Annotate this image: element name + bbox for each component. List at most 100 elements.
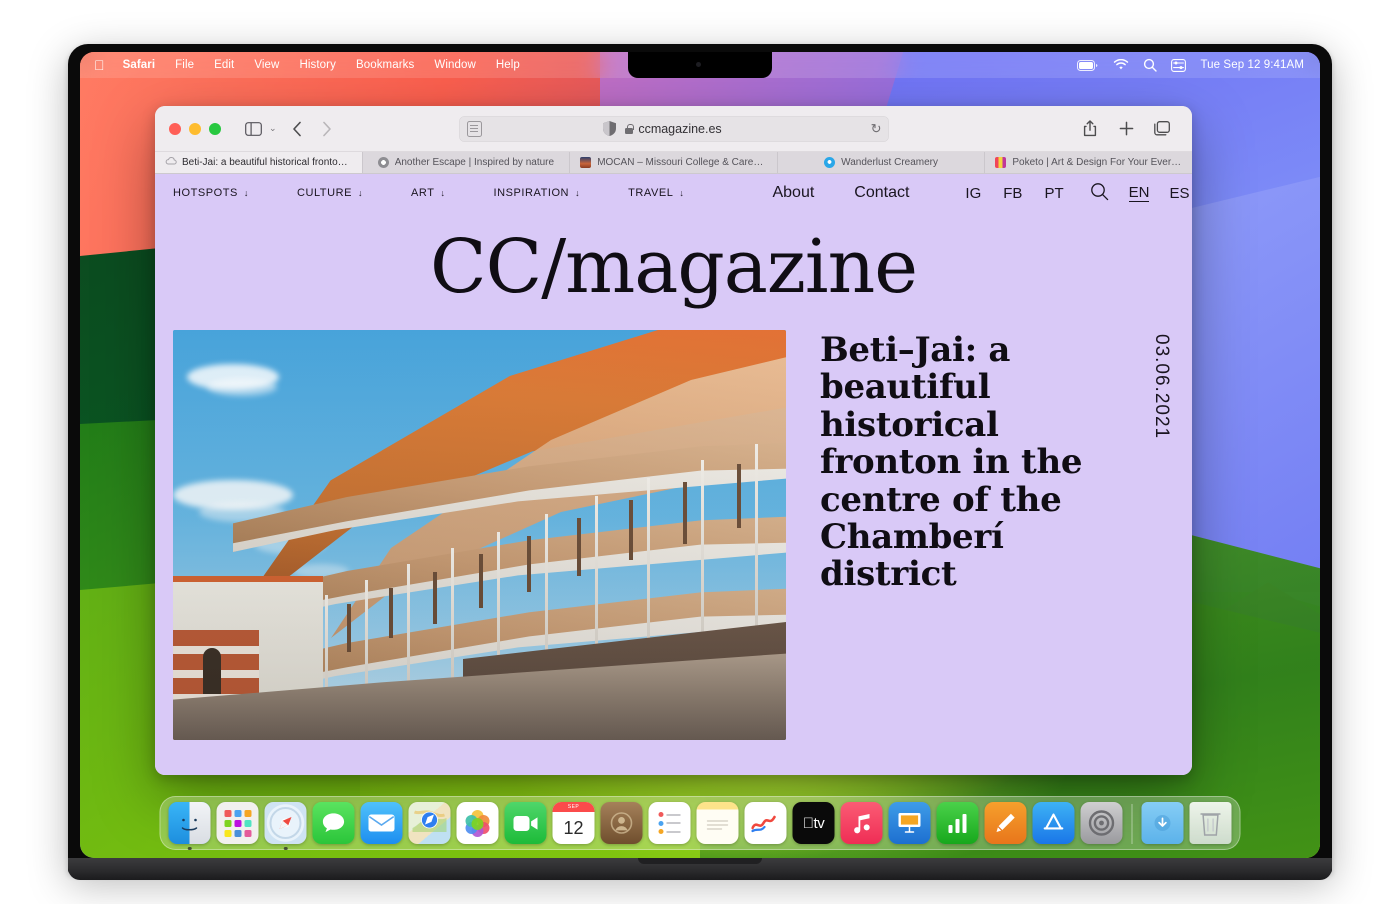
- menu-bar-clock[interactable]: Tue Sep 12 9:41AM: [1200, 59, 1304, 71]
- close-window-button[interactable]: [169, 122, 181, 135]
- dock-item-keynote[interactable]: [888, 802, 931, 844]
- share-icon[interactable]: [1076, 116, 1104, 142]
- system-settings-icon[interactable]: [1080, 802, 1123, 844]
- nav-item-culture[interactable]: CULTURE ↓: [297, 187, 363, 199]
- launchpad-icon[interactable]: [216, 802, 259, 844]
- safari-icon[interactable]: [264, 802, 307, 844]
- dock-item-trash[interactable]: [1189, 802, 1232, 844]
- keynote-icon[interactable]: [888, 802, 931, 844]
- browser-tab[interactable]: Wanderlust Creamery: [778, 152, 986, 173]
- menu-item-window[interactable]: Window: [424, 52, 486, 78]
- article-hero-image[interactable]: [173, 330, 786, 740]
- dock-item-numbers[interactable]: [936, 802, 979, 844]
- trash-icon[interactable]: [1189, 802, 1232, 844]
- browser-tab[interactable]: MOCAN – Missouri College & Career Attain…: [570, 152, 778, 173]
- nav-item-inspiration[interactable]: INSPIRATION ↓: [494, 187, 581, 199]
- browser-tab-label: Another Escape | Inspired by nature: [394, 157, 555, 168]
- stocks-icon[interactable]: [744, 802, 787, 844]
- spotlight-search-icon[interactable]: [1143, 58, 1158, 72]
- search-icon[interactable]: [1090, 182, 1109, 204]
- dock-item-finder[interactable]: [168, 802, 211, 850]
- control-center-icon[interactable]: [1171, 58, 1187, 72]
- pages-icon[interactable]: [984, 802, 1027, 844]
- site-masthead[interactable]: CC/magazine: [155, 230, 1192, 304]
- site-nav-right: About Contact IG FB PT EN ES: [732, 182, 1189, 204]
- dock-item-notes[interactable]: [696, 802, 739, 844]
- nav-item-art[interactable]: ART ↓: [411, 187, 446, 199]
- reader-view-icon[interactable]: [466, 120, 482, 137]
- dock-item-settings[interactable]: [1080, 802, 1123, 844]
- contacts-icon[interactable]: [600, 802, 643, 844]
- menu-item-safari[interactable]: Safari: [113, 52, 166, 78]
- music-icon[interactable]: [840, 802, 883, 844]
- menu-item-help[interactable]: Help: [486, 52, 530, 78]
- dock-item-appletv[interactable]: tv: [792, 802, 835, 844]
- menu-item-file[interactable]: File: [165, 52, 204, 78]
- dock-item-photos[interactable]: [456, 802, 499, 844]
- minimize-window-button[interactable]: [189, 122, 201, 135]
- dock-item-appstore[interactable]: [1032, 802, 1075, 844]
- address-bar-container: ccmagazine.es ↻: [458, 115, 889, 142]
- facetime-icon[interactable]: [504, 802, 547, 844]
- reminders-icon[interactable]: [648, 802, 691, 844]
- dock-item-stocks[interactable]: [744, 802, 787, 844]
- menu-item-history[interactable]: History: [289, 52, 345, 78]
- maps-icon[interactable]: [408, 802, 451, 844]
- app-store-icon[interactable]: [1032, 802, 1075, 844]
- article-headline[interactable]: Beti–Jai: a beautiful historical fronton…: [820, 330, 1150, 740]
- mail-icon[interactable]: [360, 802, 403, 844]
- dock-item-reminders[interactable]: [648, 802, 691, 844]
- nav-social-facebook[interactable]: FB: [1003, 185, 1022, 202]
- apple-tv-icon[interactable]: tv: [792, 802, 835, 844]
- dock-item-music[interactable]: [840, 802, 883, 844]
- dock-item-messages[interactable]: [312, 802, 355, 844]
- apple-menu-icon[interactable]: : [94, 52, 113, 78]
- address-bar[interactable]: ccmagazine.es ↻: [458, 115, 889, 142]
- finder-icon[interactable]: [168, 802, 211, 844]
- nav-item-contact[interactable]: Contact: [854, 184, 909, 202]
- dock-item-safari[interactable]: [264, 802, 307, 850]
- dock-item-mail[interactable]: [360, 802, 403, 844]
- reload-icon[interactable]: ↻: [871, 121, 882, 137]
- camera-dot: [696, 62, 701, 67]
- photos-icon[interactable]: [456, 802, 499, 844]
- menu-item-bookmarks[interactable]: Bookmarks: [346, 52, 424, 78]
- dock-item-contacts[interactable]: [600, 802, 643, 844]
- nav-social-instagram[interactable]: IG: [965, 185, 981, 202]
- browser-tab-label: Beti-Jai: a beautiful historical fronton…: [182, 157, 352, 168]
- dock-item-maps[interactable]: [408, 802, 451, 844]
- dock-item-pages[interactable]: [984, 802, 1027, 844]
- downloads-folder-icon[interactable]: [1141, 802, 1184, 844]
- nav-label: INSPIRATION: [493, 187, 570, 199]
- dock-item-facetime[interactable]: [504, 802, 547, 844]
- privacy-shield-icon[interactable]: [595, 116, 623, 142]
- sidebar-chevron-down-icon[interactable]: ⌄: [269, 123, 281, 134]
- dock-item-calendar[interactable]: SEP 12: [552, 802, 595, 844]
- battery-icon[interactable]: [1077, 59, 1099, 71]
- sidebar-toggle-icon[interactable]: [239, 116, 267, 142]
- dock-item-launchpad[interactable]: [216, 802, 259, 844]
- chevron-down-icon: ↓: [440, 188, 446, 198]
- nav-item-hotspots[interactable]: HOTSPOTS ↓: [173, 187, 249, 199]
- numbers-icon[interactable]: [936, 802, 979, 844]
- messages-icon[interactable]: [312, 802, 355, 844]
- dock-item-downloads[interactable]: [1141, 802, 1184, 844]
- calendar-icon[interactable]: SEP 12: [552, 802, 595, 844]
- menu-item-view[interactable]: View: [244, 52, 289, 78]
- nav-lang-en[interactable]: EN: [1128, 184, 1150, 202]
- menu-item-edit[interactable]: Edit: [204, 52, 244, 78]
- browser-tab[interactable]: Another Escape | Inspired by nature: [363, 152, 571, 173]
- back-button[interactable]: [283, 116, 311, 142]
- tab-overview-icon[interactable]: [1148, 116, 1176, 142]
- nav-social-pinterest[interactable]: PT: [1044, 185, 1063, 202]
- browser-tab-active[interactable]: Beti-Jai: a beautiful historical fronton…: [155, 152, 363, 173]
- forward-button[interactable]: [313, 116, 341, 142]
- notes-icon[interactable]: [696, 802, 739, 844]
- nav-item-about[interactable]: About: [772, 184, 814, 202]
- wifi-icon[interactable]: [1113, 59, 1129, 71]
- new-tab-icon[interactable]: [1112, 116, 1140, 142]
- maximize-window-button[interactable]: [209, 122, 221, 135]
- nav-item-travel[interactable]: TRAVEL ↓: [628, 187, 684, 199]
- nav-lang-es[interactable]: ES: [1169, 185, 1189, 202]
- browser-tab[interactable]: Poketo | Art & Design For Your Every Day: [985, 152, 1192, 173]
